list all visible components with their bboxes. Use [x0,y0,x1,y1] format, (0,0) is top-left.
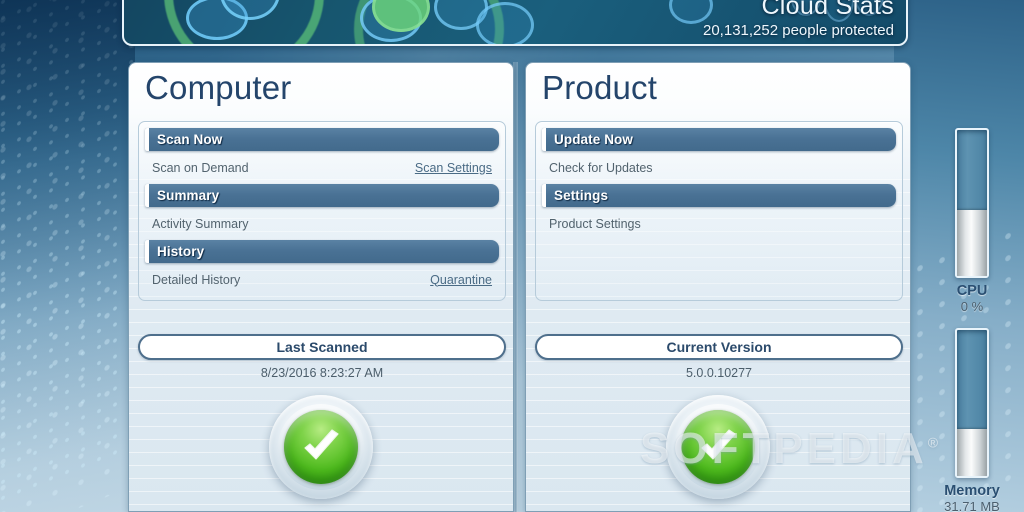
memory-gauge-fill [957,429,987,476]
section-summary: Summary Activity Summary [139,184,505,240]
cpu-gauge-label: CPU [956,283,988,299]
memory-gauge: Memory 31.71 MB [920,328,1024,512]
section-settings: Settings Product Settings [536,184,902,240]
product-panel: Product Update Now Check for Updates Set… [525,62,911,512]
quarantine-link[interactable]: Quarantine [430,273,492,287]
summary-button[interactable]: Summary [145,184,499,207]
last-scanned-value: 8/23/2016 8:23:27 AM [260,366,384,380]
history-row: Detailed History Quarantine [139,263,505,296]
settings-description: Product Settings [549,216,641,231]
green-check-icon [284,410,358,484]
settings-label: Settings [554,188,609,203]
scan-now-button[interactable]: Scan Now [145,128,499,151]
scan-now-description: Scan on Demand [152,160,249,175]
summary-row: Activity Summary [139,207,505,240]
settings-row: Product Settings [536,207,902,240]
product-sections-card: Update Now Check for Updates Settings Pr… [535,121,903,301]
cloud-stats-title: Cloud Stats [761,0,894,20]
settings-button[interactable]: Settings [542,184,896,207]
cloud-stats-banner: Cloud Stats 20,131,252 people protected [122,0,908,46]
memory-gauge-tube [955,328,989,478]
green-check-icon [681,410,755,484]
cloud-stats-text-block: Cloud Stats 20,131,252 people protected [703,0,894,41]
current-version-pill: Current Version [535,334,903,360]
cpu-gauge-fill [957,210,987,276]
history-description: Detailed History [152,272,241,287]
scan-settings-link[interactable]: Scan Settings [415,161,492,175]
banner-bubble [476,2,534,44]
section-update-now: Update Now Check for Updates [536,128,902,184]
update-now-description: Check for Updates [549,160,653,175]
summary-label: Summary [157,188,220,203]
current-version-value: 5.0.0.10277 [685,366,753,380]
scan-now-row: Scan on Demand Scan Settings [139,151,505,184]
computer-panel: Computer Scan Now Scan on Demand Scan Se… [128,62,514,512]
update-now-button[interactable]: Update Now [542,128,896,151]
summary-description: Activity Summary [152,216,249,231]
cloud-stats-subtitle: 20,131,252 people protected [703,22,894,39]
cpu-gauge-tube [955,128,989,278]
history-button[interactable]: History [145,240,499,263]
scan-now-label: Scan Now [157,132,223,147]
section-history: History Detailed History Quarantine [139,240,505,296]
history-label: History [157,244,205,259]
last-scanned-pill: Last Scanned [138,334,506,360]
memory-gauge-label: Memory [944,483,1000,499]
cpu-gauge: CPU 0 % [920,128,1024,314]
update-now-label: Update Now [554,132,634,147]
memory-gauge-value: 31.71 MB [944,499,1000,512]
section-scan-now: Scan Now Scan on Demand Scan Settings [139,128,505,184]
product-status-icon[interactable] [666,395,770,499]
computer-sections-card: Scan Now Scan on Demand Scan Settings Su… [138,121,506,301]
cpu-gauge-value: 0 % [960,299,984,314]
computer-status-icon[interactable] [269,395,373,499]
product-panel-title: Product [542,69,658,106]
computer-panel-title: Computer [145,69,292,106]
update-now-row: Check for Updates [536,151,902,184]
